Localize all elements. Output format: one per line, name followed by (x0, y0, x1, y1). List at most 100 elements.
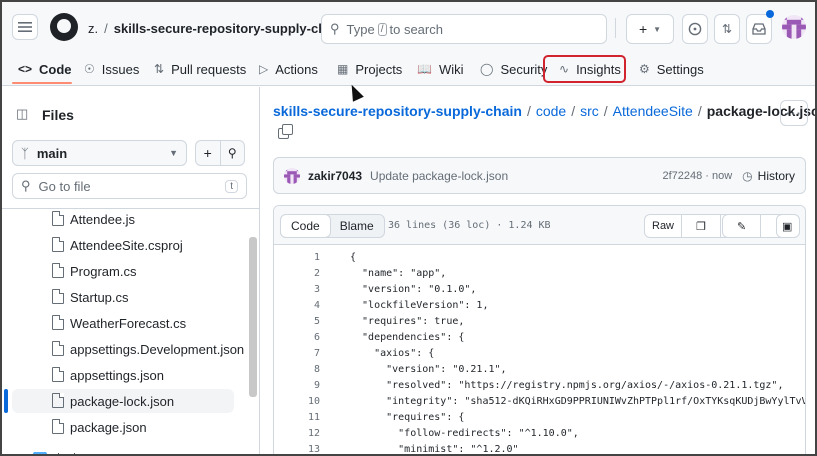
pull-requests-button[interactable]: ⇅ (714, 14, 740, 44)
line-content: "lockfileVersion": 1, (350, 300, 489, 311)
tab-security[interactable]: ◯ Security (480, 60, 547, 78)
pull-request-icon: ⇅ (154, 62, 165, 76)
history-button[interactable]: ◷ History (742, 169, 795, 183)
file-icon (52, 419, 64, 434)
sidebar-scrollbar[interactable] (249, 237, 257, 397)
file-name: WeatherForecast.cs (70, 315, 187, 331)
file-icon (52, 341, 64, 356)
folder-item[interactable]: ▶ test (16, 450, 76, 454)
tab-wiki-label: Wiki (438, 61, 464, 77)
file-name: Program.cs (70, 263, 137, 279)
line-content: "requires": true, (350, 316, 465, 327)
selected-file-indicator (4, 389, 8, 413)
menu-button[interactable] (12, 14, 38, 40)
line-number: 11 (307, 412, 320, 423)
tab-settings[interactable]: ⚙ Settings (639, 60, 704, 78)
history-icon: ◷ (742, 168, 753, 183)
code-viewer: Code Blame 36 lines (36 loc) · 1.24 KB R… (273, 205, 806, 455)
file-path-breadcrumb: skills-secure-repository-supply-chain / co… (273, 103, 815, 119)
file-name: AttendeeSite.csproj (70, 237, 183, 253)
more-options-button[interactable]: ··· (780, 100, 808, 126)
line-content: "integrity": "sha512-dKQiRHxGD9PPRIUNIWv… (386, 396, 806, 407)
file-item[interactable]: Program.cs (12, 259, 234, 283)
line-number: 8 (313, 364, 320, 375)
raw-button[interactable]: Raw (645, 215, 681, 237)
chevron-down-icon: ▼ (169, 148, 178, 158)
file-tree-sidebar: ◫ Files ᛉ main ▼ + ⚲ ⚲ Go to file t Atte… (2, 87, 260, 454)
breadcrumb-code-link[interactable]: code (536, 103, 566, 119)
file-item[interactable]: Startup.cs (12, 285, 234, 309)
line-number: 2 (313, 268, 320, 279)
file-item[interactable]: WeatherForecast.cs (12, 311, 234, 335)
breadcrumb-repo-link[interactable]: skills-secure-repository-supply-chain (273, 103, 522, 119)
issues-button[interactable] (682, 14, 708, 44)
go-to-file-shortcut: t (225, 179, 238, 193)
file-item[interactable]: Attendee.js (12, 209, 234, 231)
file-icon (52, 211, 64, 226)
pull-request-icon: ⇅ (721, 22, 733, 36)
file-name: Attendee.js (70, 211, 136, 227)
line-content: "minimist": "^1.2.0" (350, 444, 519, 455)
file-name: package-lock.json (70, 393, 175, 409)
identicon-icon (284, 167, 300, 184)
line-number: 7 (313, 348, 320, 359)
breadcrumb-attendeesite-link[interactable]: AttendeeSite (613, 103, 693, 119)
github-logo-icon[interactable] (50, 13, 78, 41)
line-content: "version": "0.1.0", (350, 284, 477, 295)
code-view-button[interactable]: Code (280, 214, 331, 238)
file-item-selected[interactable]: package-lock.json (12, 389, 234, 413)
line-content: "version": "0.21.1", (350, 364, 507, 375)
user-avatar[interactable] (782, 15, 806, 39)
tab-security-label: Security (500, 61, 548, 77)
file-name: appsettings.json (70, 367, 164, 383)
line-content: "name": "app", (350, 268, 447, 279)
breadcrumb-separator: / (104, 21, 108, 36)
file-icon (52, 315, 64, 330)
inbox-button[interactable] (746, 14, 772, 44)
search-prefix: Type (346, 21, 375, 37)
code-square-icon: ▣ (782, 220, 793, 233)
file-item[interactable]: package.json (12, 415, 234, 439)
tab-code-label: Code (39, 61, 72, 77)
folder-name: test (57, 450, 76, 454)
file-item[interactable]: appsettings.json (12, 363, 234, 387)
notification-dot (766, 10, 774, 18)
sidebar-collapse-icon[interactable]: ◫ (16, 106, 28, 122)
search-icon: ⚲ (330, 21, 340, 36)
file-actions-group: + ⚲ (195, 140, 245, 166)
line-number: 1 (313, 252, 320, 263)
edit-button[interactable]: ✎ (723, 215, 760, 237)
commit-hash[interactable]: 2f72248 · now (662, 170, 732, 182)
line-number: 5 (313, 316, 320, 327)
play-icon: ▷ (259, 62, 269, 76)
tab-code[interactable]: <> Code (18, 60, 72, 78)
tab-actions[interactable]: ▷ Actions (259, 60, 318, 78)
owner-link[interactable]: z. (88, 21, 98, 36)
copy-raw-button[interactable]: ❐ (681, 215, 720, 237)
tab-wiki[interactable]: 📖 Wiki (417, 60, 464, 78)
add-file-button[interactable]: + (196, 141, 220, 165)
search-files-button[interactable]: ⚲ (219, 141, 245, 165)
tab-issues[interactable]: ☉ Issues (84, 60, 139, 78)
create-new-button[interactable]: + ▼ (626, 14, 674, 44)
file-icon (52, 263, 64, 278)
symbols-button[interactable]: ▣ (776, 214, 800, 238)
blame-view-button[interactable]: Blame (330, 215, 384, 237)
repo-link[interactable]: skills-secure-repository-supply-ch... (114, 21, 337, 36)
commit-author-avatar[interactable] (284, 167, 300, 184)
tab-pull-requests[interactable]: ⇅ Pull requests (154, 60, 246, 78)
commit-message[interactable]: Update package-lock.json (370, 169, 508, 183)
go-to-file-input[interactable]: ⚲ Go to file t (12, 173, 247, 199)
copy-path-icon[interactable] (278, 124, 293, 139)
breadcrumb-src-link[interactable]: src (580, 103, 599, 119)
branch-selector[interactable]: ᛉ main ▼ (12, 140, 187, 166)
line-content: { (350, 252, 357, 263)
commit-author[interactable]: zakir7043 (308, 169, 362, 183)
line-content: "axios": { (350, 348, 435, 359)
file-item[interactable]: appsettings.Development.json (12, 337, 244, 361)
file-item[interactable]: AttendeeSite.csproj (12, 233, 234, 257)
search-input[interactable]: ⚲ Type / to search (321, 14, 607, 44)
tab-issues-label: Issues (101, 61, 140, 77)
tab-projects[interactable]: ▦ Projects (337, 60, 402, 78)
plus-icon: + (638, 21, 648, 37)
